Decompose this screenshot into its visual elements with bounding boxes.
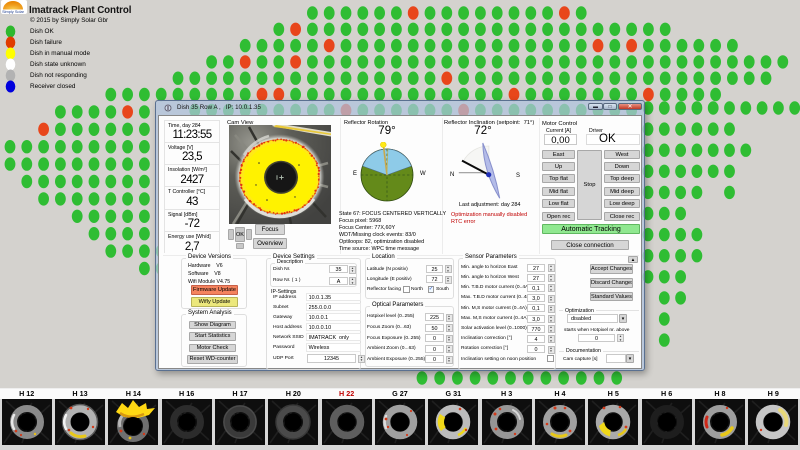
svg-text:Simply Solar: Simply Solar — [2, 9, 25, 14]
